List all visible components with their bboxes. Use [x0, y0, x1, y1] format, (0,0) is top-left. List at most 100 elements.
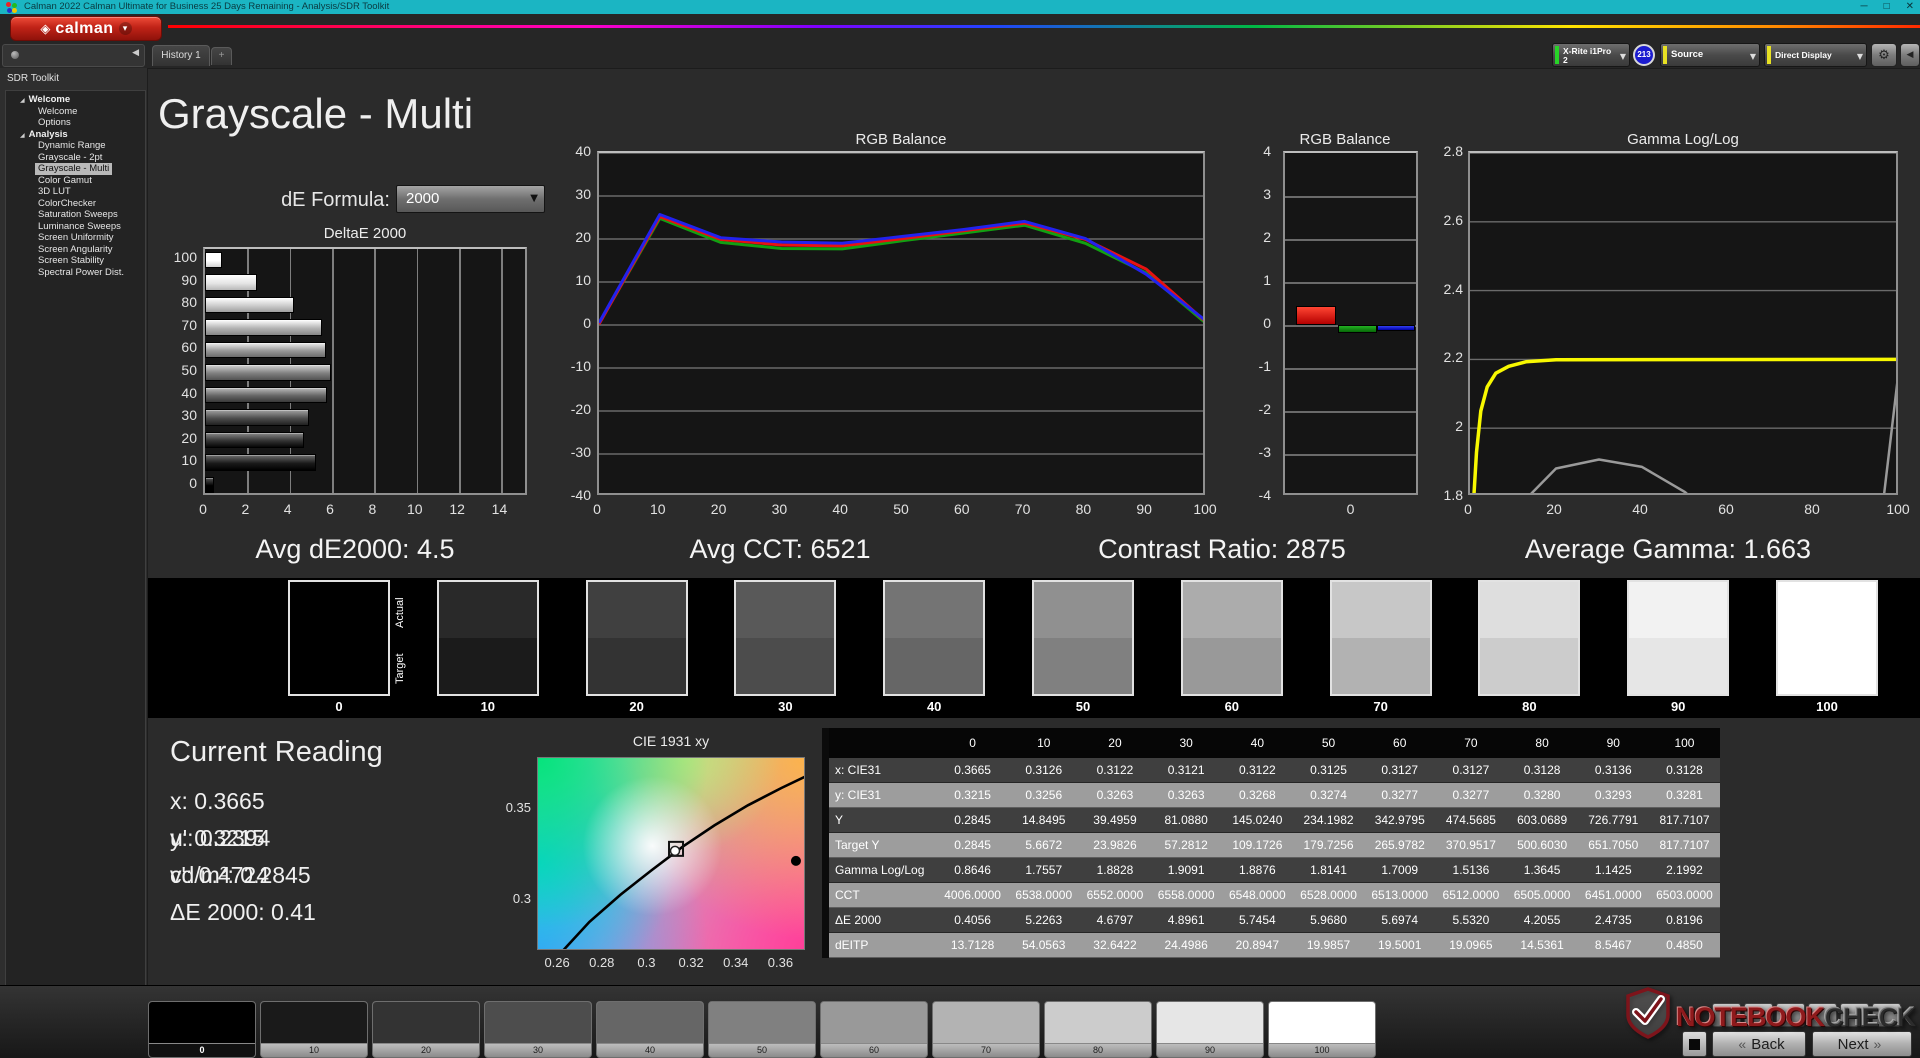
sidebar-group-analysis[interactable]: ◢ Analysis — [6, 129, 145, 141]
sidebar-item-saturation-sweeps[interactable]: Saturation Sweeps — [35, 209, 121, 221]
tab-history-1[interactable]: History 1 — [152, 45, 210, 66]
panel-collapse-button[interactable]: ◀ — [1900, 43, 1920, 67]
axis-tick-label: -20 — [570, 401, 591, 417]
axis-tick-label: 2 — [1455, 418, 1463, 435]
table-cell: 817.7107 — [1659, 813, 1710, 827]
axis-tick-label: -30 — [570, 444, 591, 460]
sidebar-item-screen-uniformity[interactable]: Screen Uniformity — [35, 232, 117, 244]
sidebar-item-options[interactable]: Options — [35, 117, 74, 129]
sidebar-item-screen-stability[interactable]: Screen Stability — [35, 255, 107, 267]
sidebar-item-welcome[interactable]: Welcome — [35, 106, 80, 118]
deltae-bar-60 — [205, 341, 326, 359]
pattern-swatch — [709, 1002, 815, 1043]
pattern-label: 30 — [485, 1044, 591, 1057]
chart-title: DeltaE 2000 — [323, 225, 407, 242]
table-row: Y 0.2845 14.8495 39.4959 81.0880 145.0240 234.… — [829, 808, 1720, 833]
pattern-button-90[interactable]: 90 — [1156, 1001, 1264, 1058]
swatch-label: 60 — [1224, 699, 1240, 714]
axis-tick-label: 0.32 — [678, 955, 704, 970]
pattern-button-20[interactable]: 20 — [372, 1001, 480, 1058]
pattern-button-50[interactable]: 50 — [708, 1001, 816, 1058]
table-cell: 0.2845 — [954, 838, 991, 852]
axis-tick-label: 2.8 — [1443, 143, 1463, 159]
pattern-swatch — [149, 1002, 255, 1043]
table-cell: 0.3274 — [1310, 788, 1347, 802]
sidebar-item-grayscale-2pt[interactable]: Grayscale - 2pt — [35, 152, 105, 164]
rgb-bar-green — [1337, 325, 1377, 333]
gamma-line-chart: Gamma Log/Log 2.8 2.6 2.4 2.2 2 1.8 0 20 40 60 80 1… — [1432, 131, 1918, 523]
actual-patch — [290, 582, 388, 638]
rgb-bar-red — [1295, 305, 1337, 325]
page-title: Grayscale - Multi — [158, 90, 474, 137]
settings-button[interactable]: ⚙ — [1871, 43, 1897, 67]
sidebar-group-welcome[interactable]: ◢ Welcome — [6, 94, 145, 106]
pattern-label: 60 — [821, 1044, 927, 1057]
axis-tick-label: 50 — [893, 501, 909, 517]
close-icon[interactable]: ✕ — [1906, 0, 1914, 14]
sidebar-item-3d-lut[interactable]: 3D LUT — [35, 186, 74, 198]
sidebar-item-grayscale-multi[interactable]: Grayscale - Multi — [35, 163, 113, 175]
pattern-button-30[interactable]: 30 — [484, 1001, 592, 1058]
meter-count-badge[interactable]: 213 — [1633, 44, 1655, 66]
grayscale-swatch-50 — [1032, 580, 1134, 696]
de-formula-label: dE Formula: — [281, 189, 390, 211]
sidebar-collapse-header[interactable]: ◀ — [2, 44, 145, 67]
maximize-icon[interactable]: □ — [1884, 0, 1890, 14]
axis-tick-label: 90 — [181, 271, 197, 288]
axis-tick-label: 10 — [575, 272, 591, 288]
axis-tick-label: 30 — [181, 407, 197, 424]
stat-avg-cct: Avg CCT: 6521 — [689, 534, 871, 564]
calman-app: Calman 2022 Calman Ultimate for Business… — [0, 0, 1920, 1058]
collapse-left-icon[interactable]: ◀ — [132, 48, 139, 58]
add-tab-button[interactable]: + — [211, 47, 232, 65]
axis-tick-label: 60 — [181, 339, 197, 356]
meter-dropdown[interactable]: X-Rite i1Pro 2 Direct View ▼ — [1552, 43, 1630, 67]
sidebar-item-spectral-power-dist[interactable]: Spectral Power Dist. — [35, 267, 127, 279]
sidebar-item-screen-angularity[interactable]: Screen Angularity — [35, 244, 115, 256]
actual-patch — [1034, 582, 1132, 638]
actual-patch — [1182, 582, 1281, 638]
reading-luminance: cd/m²: 0.2845 — [170, 862, 311, 888]
de-formula-dropdown[interactable]: 2000 ▼ — [396, 185, 545, 213]
minimize-icon[interactable]: ─ — [1860, 0, 1867, 14]
pattern-button-80[interactable]: 80 — [1044, 1001, 1152, 1058]
table-row: x: CIE31 0.3665 0.3126 0.3122 0.3121 0.3122 0.… — [829, 758, 1720, 783]
source-dropdown[interactable]: Source ▼ — [1660, 43, 1760, 67]
table-cell: 14.8495 — [1022, 813, 1066, 827]
display-control-dropdown[interactable]: Direct Display Control ▼ — [1764, 43, 1867, 67]
sidebar-item-dynamic-range[interactable]: Dynamic Range — [35, 140, 109, 152]
pattern-label: 100 — [1269, 1044, 1375, 1057]
axis-tick-label: 0.35 — [505, 799, 531, 815]
pattern-button-100[interactable]: 100 — [1268, 1001, 1376, 1058]
table-row: y: CIE31 0.3215 0.3256 0.3263 0.3263 0.3268 0.… — [829, 783, 1720, 808]
pattern-button-0[interactable]: 0 — [148, 1001, 256, 1058]
sidebar-item-luminance-sweeps[interactable]: Luminance Sweeps — [35, 221, 124, 233]
table-cell: 23.9826 — [1093, 838, 1137, 852]
chart-plot-area — [203, 247, 527, 495]
swatch-label: 40 — [926, 699, 942, 714]
expander-icon[interactable]: ◢ — [20, 97, 25, 104]
calman-menu-button[interactable]: ◈ calman ▾ — [10, 16, 162, 41]
chart-plot-area — [1283, 151, 1418, 495]
table-cell: 8.5467 — [1594, 938, 1632, 952]
table-row-label: CCT — [835, 888, 860, 902]
grayscale-swatch-70 — [1329, 580, 1432, 696]
table-cell: 0.3127 — [1452, 763, 1490, 777]
target-patch — [1629, 638, 1728, 694]
actual-patch — [587, 582, 686, 638]
axis-tick-label: 30 — [771, 501, 788, 517]
axis-tick-label: 4 — [1263, 143, 1271, 159]
pattern-button-70[interactable]: 70 — [932, 1001, 1040, 1058]
expander-icon[interactable]: ◢ — [20, 132, 25, 139]
app-icon — [6, 2, 17, 13]
table-cell: 5.2263 — [1025, 913, 1063, 927]
pattern-button-40[interactable]: 40 — [596, 1001, 704, 1058]
pattern-button-10[interactable]: 10 — [260, 1001, 368, 1058]
sidebar: SDR Toolkit ◢ Welcome Welcome Options ◢ Analy… — [0, 68, 148, 1058]
axis-tick-label: 20 — [181, 429, 197, 446]
grayscale-swatch-40 — [883, 580, 986, 696]
pattern-label: 0 — [149, 1044, 255, 1057]
sidebar-item-color-gamut[interactable]: Color Gamut — [35, 175, 95, 187]
sidebar-item-colorchecker[interactable]: ColorChecker — [35, 198, 99, 210]
pattern-button-60[interactable]: 60 — [820, 1001, 928, 1058]
